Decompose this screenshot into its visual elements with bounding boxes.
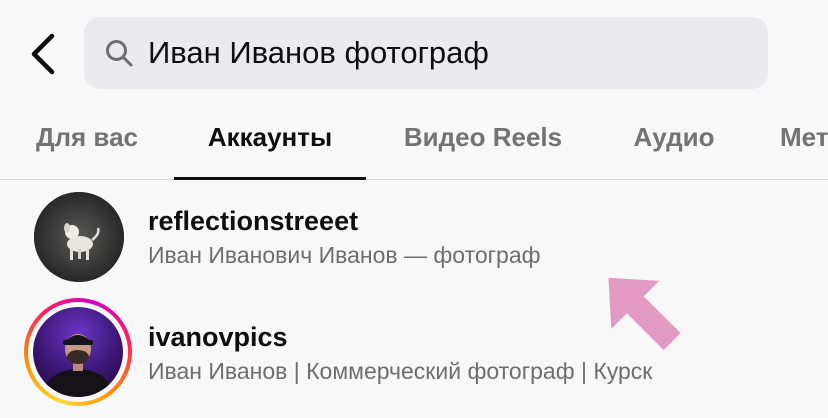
story-ring[interactable] [24,298,132,406]
search-results-screen: Для вас Аккаунты Видео Reels Аудио Мет [0,0,828,418]
chevron-left-icon [31,33,55,75]
tab-audio[interactable]: Аудио [630,96,718,179]
tab-accounts[interactable]: Аккаунты [174,96,366,180]
tab-places[interactable]: Мет [780,96,828,179]
arrow-icon [608,277,681,351]
tab-bar: Для вас Аккаунты Видео Reels Аудио Мет [0,96,828,180]
avatar [34,192,124,282]
search-input[interactable] [148,35,738,71]
account-username: reflectionstreeet [148,206,359,236]
tab-reels[interactable]: Видео Reels [398,96,568,179]
avatar [33,307,123,397]
account-result-item[interactable]: reflectionstreeet Иван Иванович Иванов —… [0,186,828,290]
back-button[interactable] [22,30,62,78]
account-username: ivanovpics [148,322,288,352]
account-result-item[interactable]: ivanovpics Иван Иванов | Коммерческий фо… [0,290,828,406]
tab-for-you[interactable]: Для вас [30,96,144,179]
account-full-name: Иван Иванович Иванов — фотограф [148,242,541,268]
account-full-name: Иван Иванов | Коммерческий фотограф | Ку… [148,358,653,384]
search-icon [104,38,134,68]
search-field[interactable] [84,17,768,89]
